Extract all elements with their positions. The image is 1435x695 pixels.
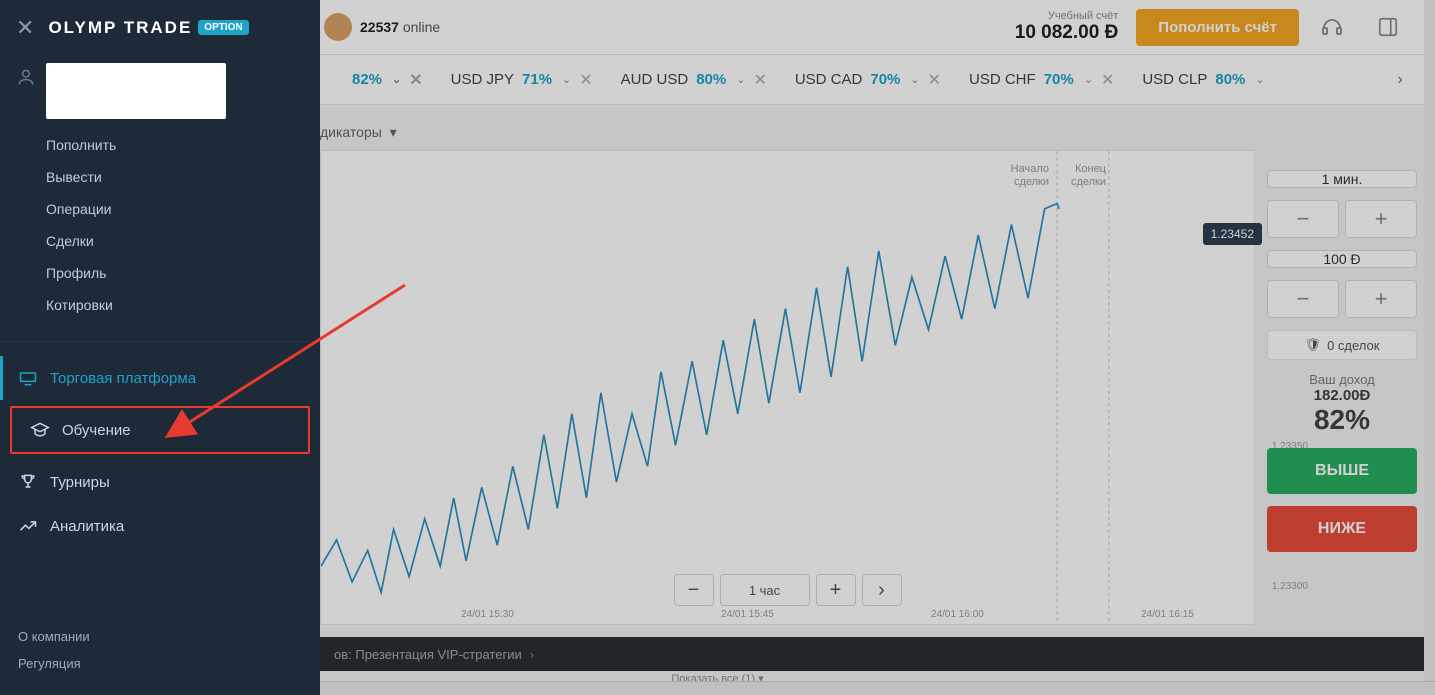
amount-minus[interactable]: − <box>1267 280 1339 318</box>
close-icon[interactable]: ✕ <box>409 70 422 90</box>
x-tick: 24/01 15:45 <box>721 609 774 620</box>
x-tick: 24/01 16:00 <box>931 609 984 620</box>
menu-profile[interactable]: Профиль <box>46 257 320 289</box>
close-icon[interactable]: ✕ <box>928 70 941 90</box>
analytics-icon <box>18 516 38 536</box>
user-card[interactable] <box>46 63 226 119</box>
close-icon[interactable]: ✕ <box>1101 70 1114 90</box>
timeframe-control: − 1 час + › <box>674 574 902 606</box>
buy-down-button[interactable]: НИЖЕ <box>1267 506 1417 552</box>
online-count: 22537 online <box>360 19 440 35</box>
duration-input[interactable]: 1 мин. <box>1267 170 1417 188</box>
footer-about[interactable]: О компании <box>18 623 302 650</box>
sidebar-item-platform[interactable]: Торговая платформа <box>0 356 320 400</box>
logo[interactable]: OLYMP TRADE OPTION <box>48 18 248 38</box>
news-strip[interactable]: ов: Презентация VIP-стратегии› <box>320 637 1425 671</box>
amount-input[interactable]: 100 Ð <box>1267 250 1417 268</box>
deal-end-label: Конецсделки <box>1071 163 1106 189</box>
duration-minus[interactable]: − <box>1267 200 1339 238</box>
tab-pair-3[interactable]: USD CAD70%⌄✕ <box>781 55 955 104</box>
deposit-button[interactable]: Пополнить счёт <box>1136 9 1299 46</box>
sidebar-item-education[interactable]: Обучение <box>10 406 310 454</box>
user-icon <box>16 67 36 92</box>
main-sidebar: ✕ OLYMP TRADE OPTION Пополнить Вывести О… <box>0 0 320 695</box>
buy-up-button[interactable]: ВЫШЕ <box>1267 448 1417 494</box>
trade-panel: 1 мин. − + 100 Ð − + 🛡 0 сделок Ваш дохо… <box>1267 170 1417 552</box>
tab-pair-5[interactable]: USD CLP80%⌄ <box>1128 55 1278 104</box>
close-icon[interactable]: ✕ <box>16 15 34 41</box>
tf-next[interactable]: › <box>862 574 902 606</box>
menu-trades[interactable]: Сделки <box>46 225 320 257</box>
x-tick: 24/01 15:30 <box>461 609 514 620</box>
tf-zoom-in[interactable]: + <box>816 574 856 606</box>
tab-pair-2[interactable]: AUD USD80%⌄✕ <box>607 55 781 104</box>
tabs-next-icon[interactable]: › <box>1385 65 1415 95</box>
account-balance[interactable]: Учебный счёт 10 082.00 Ð <box>1015 10 1119 44</box>
shield-icon: 🛡 <box>1305 337 1322 353</box>
sidebar-item-tournaments[interactable]: Турниры <box>0 460 320 504</box>
pair-tabs: 82%⌄✕ USD JPY71%⌄✕ AUD USD80%⌄✕ USD CAD7… <box>320 55 1425 105</box>
tf-zoom-out[interactable]: − <box>674 574 714 606</box>
current-price-flag: 1.23452 <box>1203 223 1262 245</box>
support-icon[interactable] <box>1309 4 1355 50</box>
tab-pair-0[interactable]: 82%⌄✕ <box>330 55 437 104</box>
menu-operations[interactable]: Операции <box>46 193 320 225</box>
menu-withdraw[interactable]: Вывести <box>46 161 320 193</box>
account-menu: Пополнить Вывести Операции Сделки Профил… <box>0 123 320 335</box>
trophy-icon <box>18 472 38 492</box>
platform-icon <box>18 368 38 388</box>
close-icon[interactable]: ✕ <box>753 70 766 90</box>
price-chart[interactable]: Началосделки Конецсделки 1.23452 1.23400… <box>320 150 1255 625</box>
footer-regulation[interactable]: Регуляция <box>18 650 302 677</box>
close-icon[interactable]: ✕ <box>579 70 592 90</box>
avatar[interactable] <box>324 13 352 41</box>
menu-deposit[interactable]: Пополнить <box>46 129 320 161</box>
y-tick: 1.23300 <box>1272 581 1308 592</box>
layout-icon[interactable] <box>1365 4 1411 50</box>
tf-label[interactable]: 1 час <box>720 574 810 606</box>
tab-pair-4[interactable]: USD CHF70%⌄✕ <box>955 55 1128 104</box>
sidebar-item-analytics[interactable]: Аналитика <box>0 504 320 548</box>
deal-start-label: Началосделки <box>1011 163 1049 189</box>
menu-quotes[interactable]: Котировки <box>46 289 320 321</box>
education-icon <box>30 420 50 440</box>
indicators-dropdown[interactable]: дикаторы ▾ <box>320 118 397 147</box>
x-tick: 24/01 16:15 <box>1141 609 1194 620</box>
open-trades[interactable]: 🛡 0 сделок <box>1267 330 1417 360</box>
duration-plus[interactable]: + <box>1345 200 1417 238</box>
vertical-scrollbar[interactable] <box>1424 0 1435 681</box>
amount-plus[interactable]: + <box>1345 280 1417 318</box>
tab-pair-1[interactable]: USD JPY71%⌄✕ <box>437 55 607 104</box>
income-display: Ваш доход 182.00Ð 82% <box>1267 372 1417 436</box>
